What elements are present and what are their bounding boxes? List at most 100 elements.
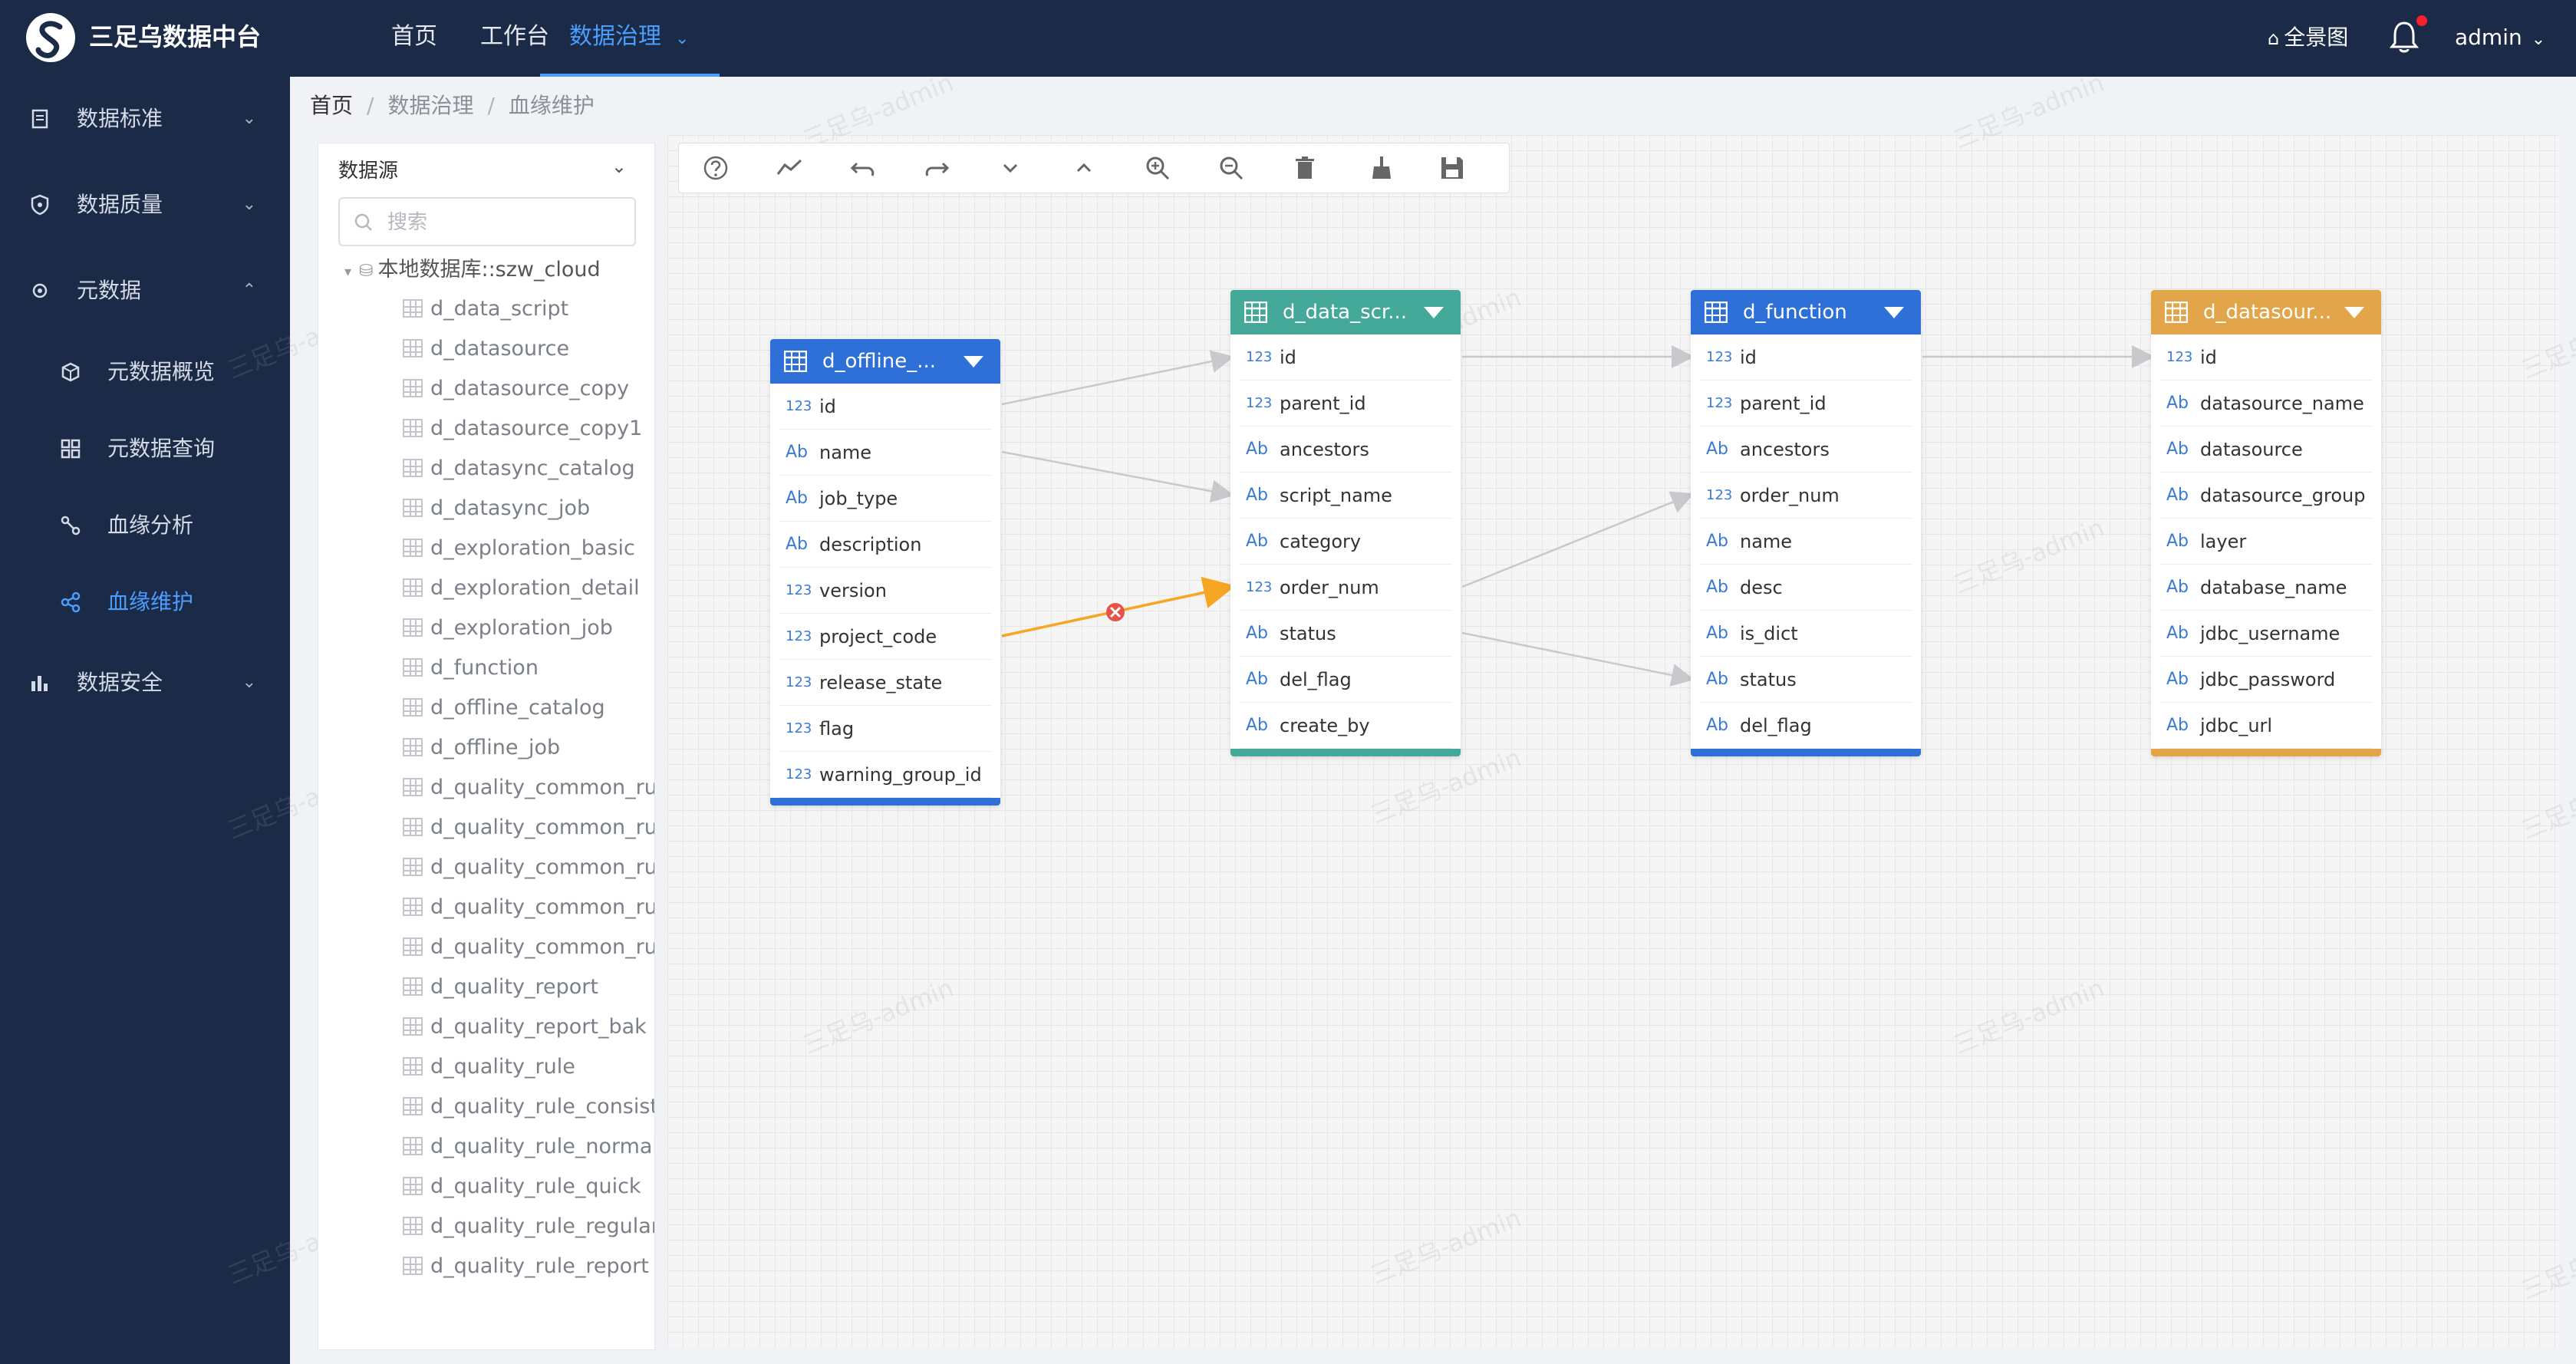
field-row[interactable]: 123 order_num: [1700, 473, 1912, 519]
field-row[interactable]: 123 id: [779, 384, 991, 430]
field-name: order_num: [1280, 577, 1379, 598]
field-name: create_by: [1280, 715, 1370, 736]
field-row[interactable]: Ab script_name: [1240, 473, 1451, 519]
field-row[interactable]: Ab name: [779, 430, 991, 476]
field-row[interactable]: Ab del_flag: [1700, 703, 1912, 749]
field-name: parent_id: [1280, 393, 1366, 414]
table-card-header[interactable]: d_function: [1691, 290, 1921, 334]
field-name: ancestors: [1740, 439, 1830, 460]
field-name: jdbc_url: [2200, 715, 2273, 736]
field-name: version: [819, 580, 887, 601]
lineage-edge[interactable]: [1461, 491, 1695, 588]
field-row[interactable]: Ab job_type: [779, 476, 991, 522]
field-name: jdbc_username: [2200, 623, 2340, 644]
field-name: del_flag: [1280, 669, 1352, 690]
table-card-header[interactable]: d_data_scr...: [1230, 290, 1461, 334]
field-name: is_dict: [1740, 623, 1798, 644]
field-name: project_code: [819, 626, 937, 647]
number-type-icon: 123: [1706, 349, 1733, 365]
field-row[interactable]: 123 order_num: [1240, 565, 1451, 611]
field-row[interactable]: Ab status: [1700, 657, 1912, 703]
table-card-header[interactable]: d_datasour...: [2151, 290, 2381, 334]
string-type-icon: Ab: [2166, 716, 2189, 735]
field-row[interactable]: 123 id: [1700, 334, 1912, 381]
table-card-footer: [2151, 749, 2381, 756]
field-row[interactable]: Ab del_flag: [1240, 657, 1451, 703]
field-row[interactable]: 123 warning_group_id: [779, 752, 991, 798]
field-row[interactable]: 123 id: [2160, 334, 2372, 381]
field-row[interactable]: Ab status: [1240, 611, 1451, 657]
table-card[interactable]: d_offline_... 123 id Ab name Ab job_type Ab desc…: [770, 339, 1000, 806]
lineage-edge[interactable]: [1461, 631, 1695, 687]
field-row[interactable]: 123 project_code: [779, 614, 991, 660]
number-type-icon: 123: [2166, 349, 2193, 365]
field-row[interactable]: Ab jdbc_url: [2160, 703, 2372, 749]
field-name: status: [1740, 669, 1797, 690]
table-card-title: d_offline_...: [822, 350, 937, 373]
table-card[interactable]: d_data_scr... 123 id 123 parent_id Ab ancestor…: [1230, 290, 1461, 756]
string-type-icon: Ab: [1706, 578, 1729, 597]
field-name: category: [1280, 531, 1362, 552]
field-row[interactable]: Ab category: [1240, 519, 1451, 565]
field-row[interactable]: Ab layer: [2160, 519, 2372, 565]
field-name: del_flag: [1740, 715, 1812, 736]
table-icon: [784, 351, 807, 372]
string-type-icon: Ab: [1706, 670, 1729, 689]
string-type-icon: Ab: [1246, 486, 1269, 505]
table-card-header[interactable]: d_offline_...: [770, 339, 1000, 384]
field-row[interactable]: 123 parent_id: [1240, 381, 1451, 427]
field-name: name: [819, 442, 872, 463]
lineage-edge[interactable]: [1001, 450, 1234, 503]
caret-down-icon[interactable]: [1884, 307, 1904, 318]
number-type-icon: 123: [786, 628, 812, 644]
field-name: id: [1280, 347, 1296, 368]
field-name: name: [1740, 531, 1793, 552]
field-row[interactable]: 123 parent_id: [1700, 381, 1912, 427]
field-name: layer: [2200, 531, 2247, 552]
field-row[interactable]: 123 flag: [779, 706, 991, 752]
field-row[interactable]: Ab name: [1700, 519, 1912, 565]
field-row[interactable]: Ab jdbc_password: [2160, 657, 2372, 703]
field-name: id: [2200, 347, 2217, 368]
number-type-icon: 123: [1706, 395, 1733, 411]
lineage-edge[interactable]: [1001, 350, 1234, 406]
field-row[interactable]: Ab jdbc_username: [2160, 611, 2372, 657]
field-row[interactable]: Ab datasource_name: [2160, 381, 2372, 427]
field-name: flag: [819, 718, 855, 740]
field-name: description: [819, 534, 922, 555]
number-type-icon: 123: [786, 766, 812, 782]
field-row[interactable]: 123 id: [1240, 334, 1451, 381]
caret-down-icon[interactable]: [2344, 307, 2364, 318]
table-card-footer: [1230, 749, 1461, 756]
string-type-icon: Ab: [2166, 394, 2189, 413]
field-row[interactable]: Ab description: [779, 522, 991, 568]
number-type-icon: 123: [1246, 395, 1273, 411]
field-name: datasource: [2200, 439, 2303, 460]
string-type-icon: Ab: [786, 489, 809, 508]
table-card-title: d_datasour...: [2203, 301, 2332, 324]
string-type-icon: Ab: [786, 443, 809, 462]
string-type-icon: Ab: [1246, 440, 1269, 459]
string-type-icon: Ab: [2166, 486, 2189, 505]
field-row[interactable]: Ab database_name: [2160, 565, 2372, 611]
table-card[interactable]: d_function 123 id 123 parent_id Ab ancestors 12…: [1691, 290, 1921, 756]
field-row[interactable]: Ab ancestors: [1700, 427, 1912, 473]
field-row[interactable]: 123 version: [779, 568, 991, 614]
field-row[interactable]: 123 release_state: [779, 660, 991, 706]
string-type-icon: Ab: [2166, 670, 2189, 689]
field-name: datasource_name: [2200, 393, 2364, 414]
field-row[interactable]: Ab is_dict: [1700, 611, 1912, 657]
caret-down-icon[interactable]: [964, 356, 983, 367]
field-row[interactable]: Ab datasource_group: [2160, 473, 2372, 519]
field-row[interactable]: Ab ancestors: [1240, 427, 1451, 473]
number-type-icon: 123: [1246, 579, 1273, 595]
field-row[interactable]: Ab desc: [1700, 565, 1912, 611]
field-name: datasource_group: [2200, 485, 2366, 506]
table-icon: [1244, 301, 1267, 323]
number-type-icon: 123: [786, 720, 812, 736]
table-icon: [1705, 301, 1728, 323]
field-row[interactable]: Ab create_by: [1240, 703, 1451, 749]
caret-down-icon[interactable]: [1424, 307, 1444, 318]
table-card[interactable]: d_datasour... 123 id Ab datasource_name Ab dat…: [2151, 290, 2381, 756]
field-row[interactable]: Ab datasource: [2160, 427, 2372, 473]
